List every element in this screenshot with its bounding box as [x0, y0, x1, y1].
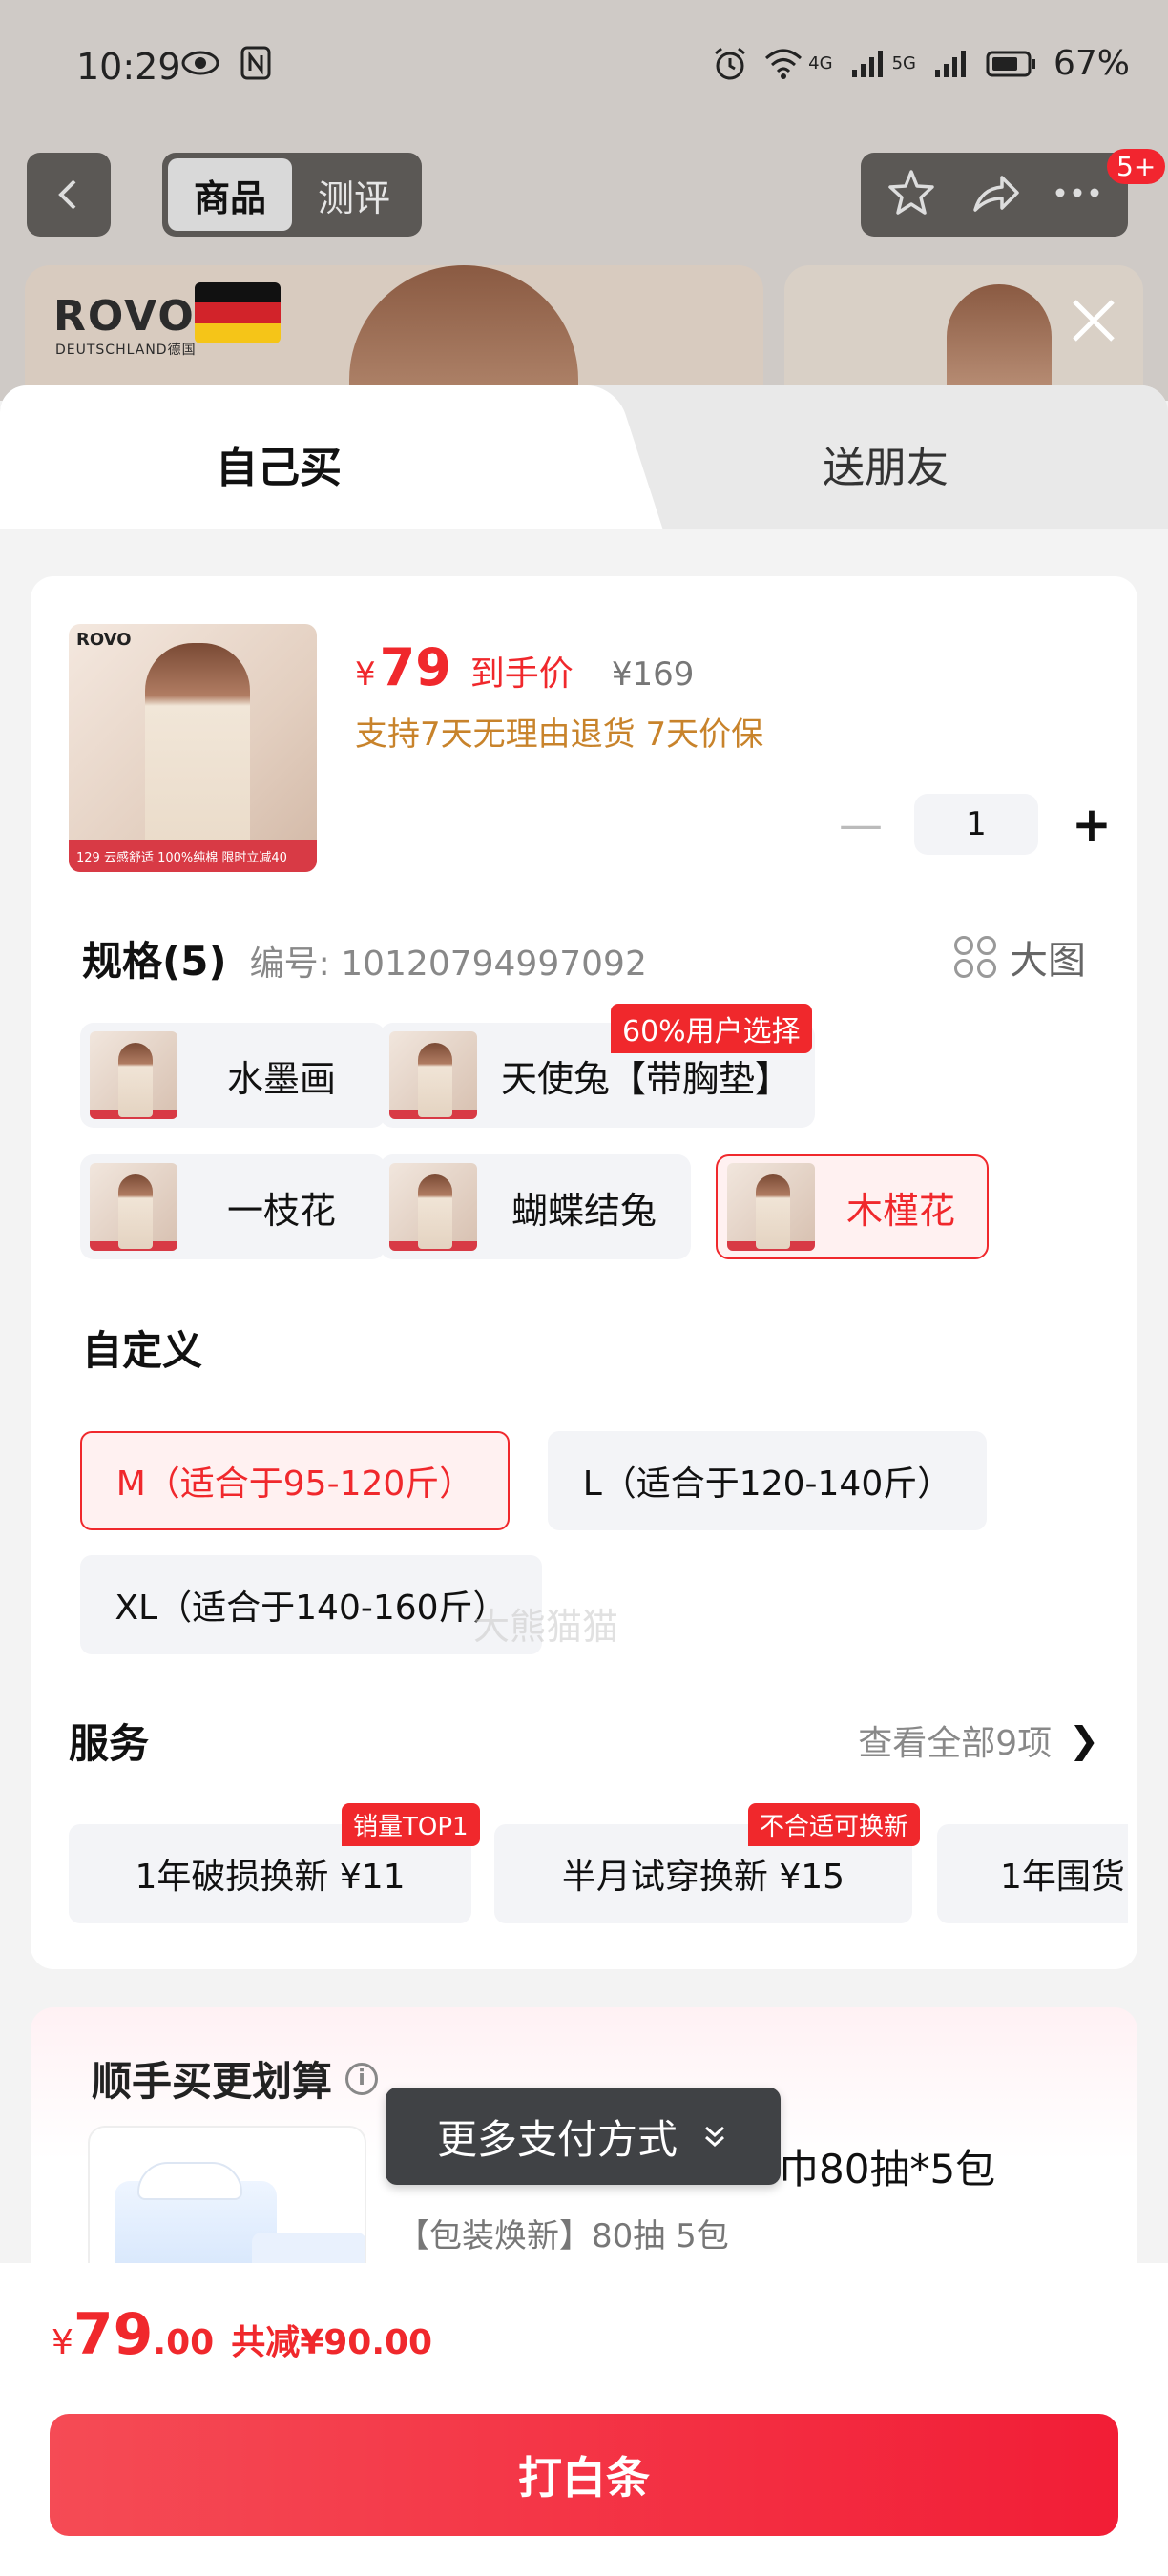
spec-option-thumbnail — [389, 1163, 477, 1251]
message-count-badge: 5+ — [1107, 149, 1166, 184]
more-icon[interactable] — [1051, 183, 1104, 206]
addon-product-name[interactable]: 巾80抽*5包 — [779, 2137, 995, 2195]
nav-actions — [861, 153, 1128, 237]
alarm-icon — [711, 45, 749, 83]
spec-title: 规格(5) — [82, 938, 227, 985]
spec-option-label: 一枝花 — [226, 1189, 336, 1232]
checkout-bar: ¥ 79 .00 共减¥90.00 打白条 — [0, 2263, 1168, 2576]
product-thumbnail[interactable]: ROVO 129 云感舒适 100%纯棉 限时立减40 — [69, 624, 317, 872]
watermark: 大熊猫猫 — [473, 1606, 619, 1648]
thumbnail-strip: 129 云感舒适 100%纯棉 限时立减40 — [69, 840, 317, 872]
addon-title-text: 顺手买更划算 — [92, 2058, 333, 2105]
status-time: 10:29 — [76, 46, 181, 88]
signal-icon-2 — [931, 45, 970, 83]
product-review-tabs: 商品 测评 — [162, 153, 422, 237]
addon-product-desc: 【包装焕新】80抽 5包 — [397, 2217, 729, 2255]
final-price: 79 — [379, 637, 451, 697]
spec-option-thumbnail — [90, 1031, 177, 1119]
spec-option[interactable]: 一枝花 — [80, 1154, 386, 1259]
spec-option-label: 蝴蝶结兔 — [511, 1189, 657, 1232]
screen: 10:29 4G 5G 67% 商品 测评 5+ ROVO DEUTSCHLAN… — [0, 0, 1168, 2576]
back-button[interactable] — [27, 153, 111, 237]
spec-option-selected[interactable]: 木槿花 — [716, 1154, 989, 1259]
total-integer: 79 — [73, 2301, 154, 2368]
total-decimal: .00 — [153, 2323, 215, 2362]
price-currency: ¥ — [355, 655, 376, 694]
service-option[interactable]: 1年围货 — [937, 1824, 1128, 1923]
brand-subtitle: DEUTSCHLAND德国 — [55, 343, 197, 358]
more-payment-methods-button[interactable]: 更多支付方式 — [386, 2088, 781, 2185]
chevron-right-icon: ❯ — [1069, 1719, 1099, 1761]
product-code: 编号: 10120794997092 — [249, 945, 647, 984]
view-all-services-link[interactable]: 查看全部9项 ❯ — [858, 1715, 1099, 1765]
eye-icon — [181, 44, 219, 82]
signal-icon — [848, 45, 886, 83]
spec-option[interactable]: 蝴蝶结兔 — [380, 1154, 691, 1259]
addon-title: 顺手买更划算 i — [92, 2049, 379, 2108]
price-row: ¥ 79 到手价 ¥169 — [355, 637, 694, 697]
view-all-label: 查看全部9项 — [858, 1724, 1053, 1763]
final-price-label: 到手价 — [469, 654, 574, 694]
network-4g-label: 4G — [808, 53, 833, 73]
spec-option[interactable]: 水墨画 — [80, 1023, 386, 1128]
product-options-card: ROVO 129 云感舒适 100%纯棉 限时立减40 ¥ 79 到手价 ¥16… — [31, 576, 1137, 1969]
total-discount: 共减¥90.00 — [231, 2323, 433, 2362]
popular-choice-badge: 60%用户选择 — [611, 1004, 812, 1053]
size-option-selected[interactable]: M（适合于95-120斤） — [80, 1431, 510, 1530]
top-nav: 商品 测评 5+ — [0, 149, 1168, 239]
spec-option-thumbnail — [90, 1163, 177, 1251]
share-icon[interactable] — [968, 166, 1021, 223]
info-icon[interactable]: i — [345, 2062, 379, 2095]
tab-buy-for-self[interactable]: 自己买 — [216, 433, 342, 494]
germany-flag-icon — [195, 282, 281, 343]
more-payment-label: 更多支付方式 — [436, 2115, 678, 2163]
pay-button[interactable]: 打白条 — [50, 2414, 1118, 2536]
brand-logo: ROVO — [53, 292, 196, 341]
original-price: ¥169 — [611, 655, 695, 694]
total-price: ¥ 79 .00 共减¥90.00 — [52, 2301, 432, 2368]
custom-title: 自定义 — [82, 1327, 203, 1374]
size-option[interactable]: L（适合于120-140斤） — [548, 1431, 987, 1530]
status-bar: 10:29 4G 5G 67% — [0, 0, 1168, 134]
service-badge: 销量TOP1 — [342, 1803, 480, 1846]
spec-header: 规格(5) 编号: 10120794997092 — [82, 929, 647, 987]
battery-percent: 67% — [1053, 44, 1130, 83]
tab-send-to-friend[interactable]: 送朋友 — [823, 433, 949, 494]
quantity-value[interactable]: 1 — [914, 794, 1038, 855]
quantity-stepper: — 1 + — [832, 794, 1120, 855]
sheet-tabs: 自己买 送朋友 — [0, 385, 1168, 529]
service-title: 服务 — [69, 1720, 150, 1767]
big-picture-label: 大图 — [1010, 939, 1086, 983]
star-icon[interactable] — [885, 166, 938, 223]
network-5g-label: 5G — [891, 53, 916, 73]
spec-option-thumbnail — [727, 1163, 815, 1251]
service-badge: 不合适可换新 — [748, 1803, 921, 1846]
close-icon[interactable] — [1067, 294, 1120, 347]
purchase-sheet: 自己买 送朋友 ROVO 129 云感舒适 100%纯棉 限时立减40 ¥ 79… — [0, 385, 1168, 2576]
total-currency: ¥ — [52, 2323, 73, 2362]
nfc-icon — [237, 44, 275, 82]
spec-option-label: 水墨画 — [226, 1057, 336, 1100]
battery-icon — [985, 45, 1038, 83]
quantity-plus-button[interactable]: + — [1063, 796, 1120, 853]
double-chevron-down-icon — [700, 2122, 729, 2150]
spec-option-thumbnail — [389, 1031, 477, 1119]
spec-option-label: 木槿花 — [845, 1189, 955, 1232]
background-page: 10:29 4G 5G 67% 商品 测评 5+ ROVO DEUTSCHLAN… — [0, 0, 1168, 418]
return-policy: 支持7天无理由退货 7天价保 — [355, 716, 764, 754]
wifi-icon — [764, 45, 803, 83]
tab-product[interactable]: 商品 — [168, 158, 292, 231]
back-arrow-icon — [58, 179, 76, 210]
spec-option-label: 天使兔【带胸垫】 — [500, 1057, 791, 1100]
tab-review[interactable]: 测评 — [292, 158, 416, 231]
grid-icon — [954, 936, 996, 978]
big-picture-button[interactable]: 大图 — [954, 929, 1086, 985]
quantity-minus-button[interactable]: — — [832, 796, 889, 853]
thumbnail-logo: ROVO — [76, 630, 132, 650]
